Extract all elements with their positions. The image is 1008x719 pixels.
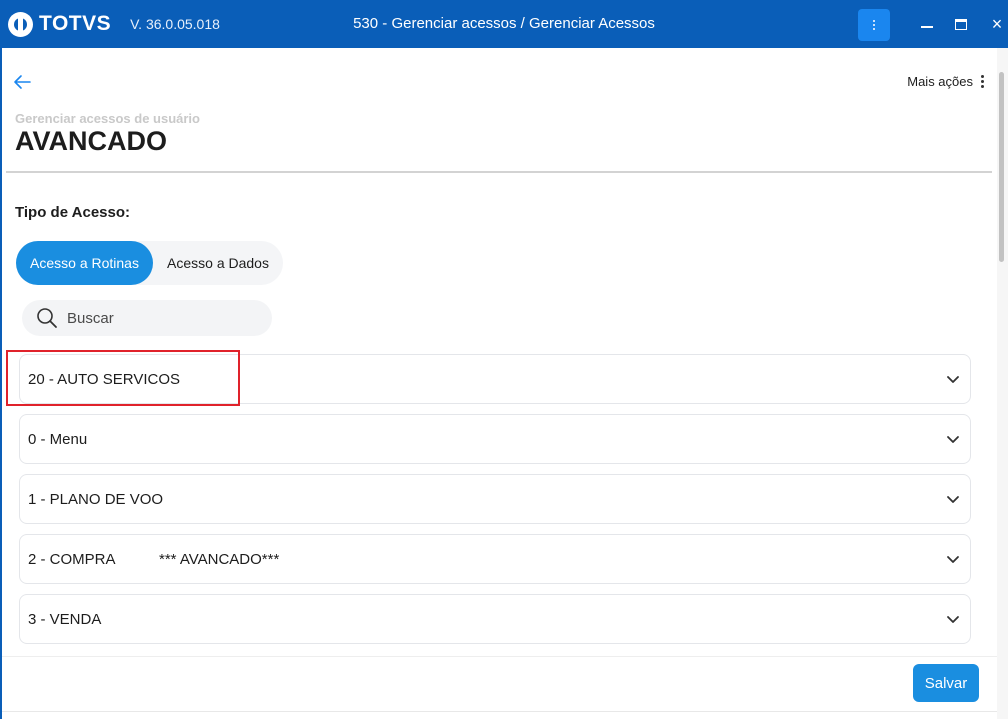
minimize-icon — [921, 26, 933, 28]
chevron-down-icon[interactable] — [946, 492, 960, 506]
chevron-down-icon[interactable] — [946, 552, 960, 566]
chevron-down-icon[interactable] — [946, 372, 960, 386]
save-button[interactable]: Salvar — [913, 664, 979, 702]
more-actions-label: Mais ações — [907, 74, 973, 89]
module-extra: *** AVANCADO*** — [159, 550, 280, 568]
window-frame — [0, 48, 2, 719]
more-vert-icon — [981, 75, 984, 88]
search-input[interactable] — [67, 309, 257, 327]
tab-acesso-rotinas[interactable]: Acesso a Rotinas — [16, 241, 153, 285]
module-label: 3 - VENDA — [28, 610, 102, 628]
search-box — [22, 300, 272, 336]
module-label: 2 - COMPRA — [28, 550, 116, 568]
brand-name: TOTVS — [39, 12, 112, 35]
access-type-tabs: Acesso a Rotinas Acesso a Dados — [16, 241, 283, 285]
access-type-label: Tipo de Acesso: — [15, 204, 131, 221]
highlight-annotation — [6, 350, 240, 406]
app-menu-button[interactable] — [858, 9, 890, 41]
maximize-icon — [955, 18, 967, 30]
more-actions-button[interactable]: Mais ações — [907, 74, 984, 89]
page-title: AVANCADO — [15, 126, 167, 156]
tab-acesso-dados[interactable]: Acesso a Dados — [153, 241, 283, 285]
app-version: V. 36.0.05.018 — [130, 16, 220, 32]
more-vert-icon — [873, 20, 875, 30]
list-item[interactable]: 3 - VENDA — [19, 594, 971, 644]
list-item[interactable]: 0 - Menu — [19, 414, 971, 464]
module-label: 1 - PLANO DE VOO — [28, 490, 164, 508]
search-icon — [37, 308, 57, 328]
close-button[interactable]: × — [987, 14, 1007, 34]
list-item[interactable]: 2 - COMPRA *** AVANCADO*** — [19, 534, 971, 584]
chevron-down-icon[interactable] — [946, 432, 960, 446]
scrollbar[interactable] — [997, 48, 1008, 719]
bottom-border — [2, 711, 997, 712]
list-item[interactable]: 1 - PLANO DE VOO — [19, 474, 971, 524]
scroll-thumb[interactable] — [999, 72, 1004, 262]
footer-divider — [2, 656, 998, 657]
totvs-logo-icon — [8, 11, 33, 37]
maximize-button[interactable] — [951, 14, 971, 34]
chevron-down-icon[interactable] — [946, 612, 960, 626]
title-bar: TOTVS V. 36.0.05.018 — [0, 0, 1008, 48]
totvs-logo: TOTVS — [8, 11, 112, 37]
back-button[interactable] — [12, 71, 34, 93]
back-arrow-icon — [14, 75, 31, 89]
module-label: 0 - Menu — [28, 430, 88, 448]
minimize-button[interactable] — [917, 14, 937, 34]
page-subtitle: Gerenciar acessos de usuário — [15, 111, 200, 126]
close-icon: × — [991, 14, 1003, 34]
header-divider — [6, 171, 992, 173]
